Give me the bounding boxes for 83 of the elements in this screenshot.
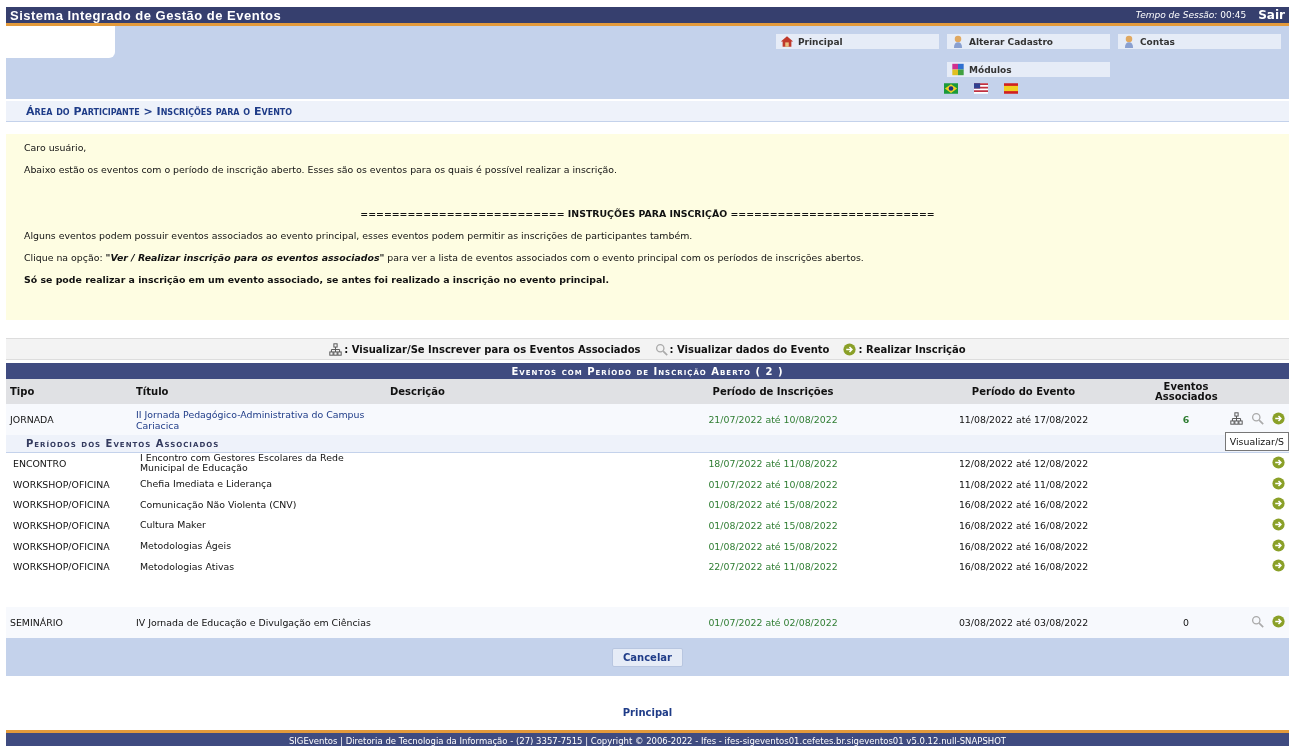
table-cell-text: I Encontro com Gestores Escolares da Rede Municipal de Educação [139,453,345,474]
session-timer: Tempo de Sessão: 00:45 [1135,10,1247,20]
notice-text: Alguns eventos podem possuir eventos associados ao evento principal, esses eventos podem permitir as inscrições de participantes também. [24,230,694,241]
column-header: Título [136,385,169,397]
table-cell: 01/07/2022 até 10/08/2022 [708,478,838,490]
subsection-heading: Períodos dos Eventos Associados [26,438,220,449]
notice-text: Abaixo estão os eventos com o período de inscrição aberto. Esses são os eventos para os quais é possível realizar a inscrição. [24,164,618,175]
table-cell-text: Chefia Imediata e Liderança [139,478,273,490]
table-cell: 01/08/2022 até 15/08/2022 [708,499,838,511]
table-cell: 22/07/2022 até 11/08/2022 [708,561,838,573]
notice-text: Caro usuário, [24,142,88,153]
table-cell: ENCONTRO [13,457,67,469]
legend-label: : Visualizar dados do Evento [669,343,830,355]
table-cell: 16/08/2022 até 16/08/2022 [958,499,1089,511]
table-cell: 01/07/2022 até 02/08/2022 [708,617,838,629]
table-cell: 16/08/2022 até 16/08/2022 [958,519,1089,531]
column-header: Período do Evento [971,385,1076,397]
hierarchy-icon [329,342,343,356]
table-cell: 12/08/2022 até 12/08/2022 [958,457,1089,469]
cancel-button[interactable]: Cancelar [612,647,683,667]
legend-label: : Visualizar/Se Inscrever para os Eventos Associados [344,343,641,355]
notice-text: Só se pode realizar a inscrição em um evento associado, se antes foi realizado a inscrição no evento principal. [24,274,611,285]
menu-link[interactable]: Principal [776,34,939,49]
search-icon[interactable] [1251,412,1264,425]
table-cell: 16/08/2022 até 16/08/2022 [958,561,1089,573]
table-cell: 21/07/2022 até 10/08/2022 [708,414,838,425]
table-cell: 0 [1183,617,1189,629]
table-cell: WORKSHOP/OFICINA [13,499,110,511]
arrow-circle-icon[interactable] [1272,455,1285,469]
person-icon [951,35,965,48]
hierarchy-icon[interactable] [1230,412,1243,425]
home-link[interactable]: Principal [622,707,673,719]
logout-link[interactable]: Sair [1258,8,1285,22]
menu-link[interactable]: Contas [1118,34,1281,49]
menu-link[interactable]: Módulos [947,62,1110,77]
table-cell-text: Cultura Maker [139,520,207,531]
column-header: Tipo [10,385,35,397]
table-cell: 03/08/2022 até 03/08/2022 [958,617,1089,629]
table-caption: Eventos com Período de Inscrição Aberto ( 2 ) [511,365,784,377]
breadcrumb: Área do Participante > Inscrições para o Evento [26,104,293,118]
table-cell: WORKSHOP/OFICINA [13,561,110,573]
table-cell: 16/08/2022 até 16/08/2022 [958,540,1089,552]
table-cell: WORKSHOP/OFICINA [13,478,110,490]
column-header: Período de Inscrições [712,385,834,397]
table-cell: WORKSHOP/OFICINA [13,519,110,531]
table-cell: WORKSHOP/OFICINA [13,540,110,552]
table-cell: 6 [1182,414,1190,425]
tooltip: Visualizar/S [1224,432,1289,451]
legend-label: : Realizar Inscrição [858,343,966,355]
search-icon [654,342,668,356]
table-cell-text: Metodologias Ativas [139,561,236,572]
house-icon [780,35,794,48]
arrow-circle-icon[interactable] [1272,559,1285,573]
arrow-circle-icon[interactable] [1272,497,1285,511]
spain-flag-icon[interactable] [1004,83,1018,94]
table-cell: JORNADA [10,414,54,425]
notice-text: Clique na opção: "Ver / Realizar inscrição para os eventos associados" para ver a lista de eventos associados com o evento principal com os períodos de inscrições abertos. [24,252,865,263]
table-cell: IV Jornada de Educação e Divulgação em Ciências [136,617,371,629]
arrow-circle-icon[interactable] [1272,615,1285,629]
table-cell: 11/08/2022 até 11/08/2022 [958,478,1089,490]
person-icon [1122,35,1136,48]
arrow-circle-icon[interactable] [1272,538,1285,552]
puzzle-icon [951,63,965,76]
arrow-circle-icon[interactable] [1272,517,1285,531]
usa-flag-icon[interactable] [974,83,988,94]
arrow-circle-icon[interactable] [1272,476,1285,490]
instructions-heading: ========================== INSTRUÇÕES PARA INSCRIÇÃO ========================== [359,208,936,219]
table-cell-text: Metodologias Ágeis [139,540,233,552]
table-cell: 01/08/2022 até 15/08/2022 [708,519,838,531]
menu-link[interactable]: Alterar Cadastro [947,34,1110,49]
arrow-circle-icon[interactable] [1272,412,1285,425]
footer-text: SIGEventos | Diretoria de Tecnologia da Informação - (27) 3357-7515 | Copyright © 2006-2022 - Ifes - ifes-sigeventos01.cefetes.br.sigeventos01 v5.0.12.null-SNAPSHOT [288,736,1007,746]
table-cell: 01/08/2022 até 15/08/2022 [708,540,838,552]
table-cell: 18/07/2022 até 11/08/2022 [708,457,838,469]
system-title: Sistema Integrado de Gestão de Eventos [10,7,283,23]
table-cell: 11/08/2022 até 17/08/2022 [958,414,1089,425]
column-header: Eventos Associados [1155,380,1218,402]
table-cell-text: Comunicação Não Violenta (CNV) [139,499,298,510]
table-cell: SEMINÁRIO [10,617,63,629]
arrow-circle-icon [843,342,857,356]
brazil-flag-icon[interactable] [944,83,958,94]
search-icon[interactable] [1251,615,1264,629]
column-header: Descrição [390,385,445,397]
